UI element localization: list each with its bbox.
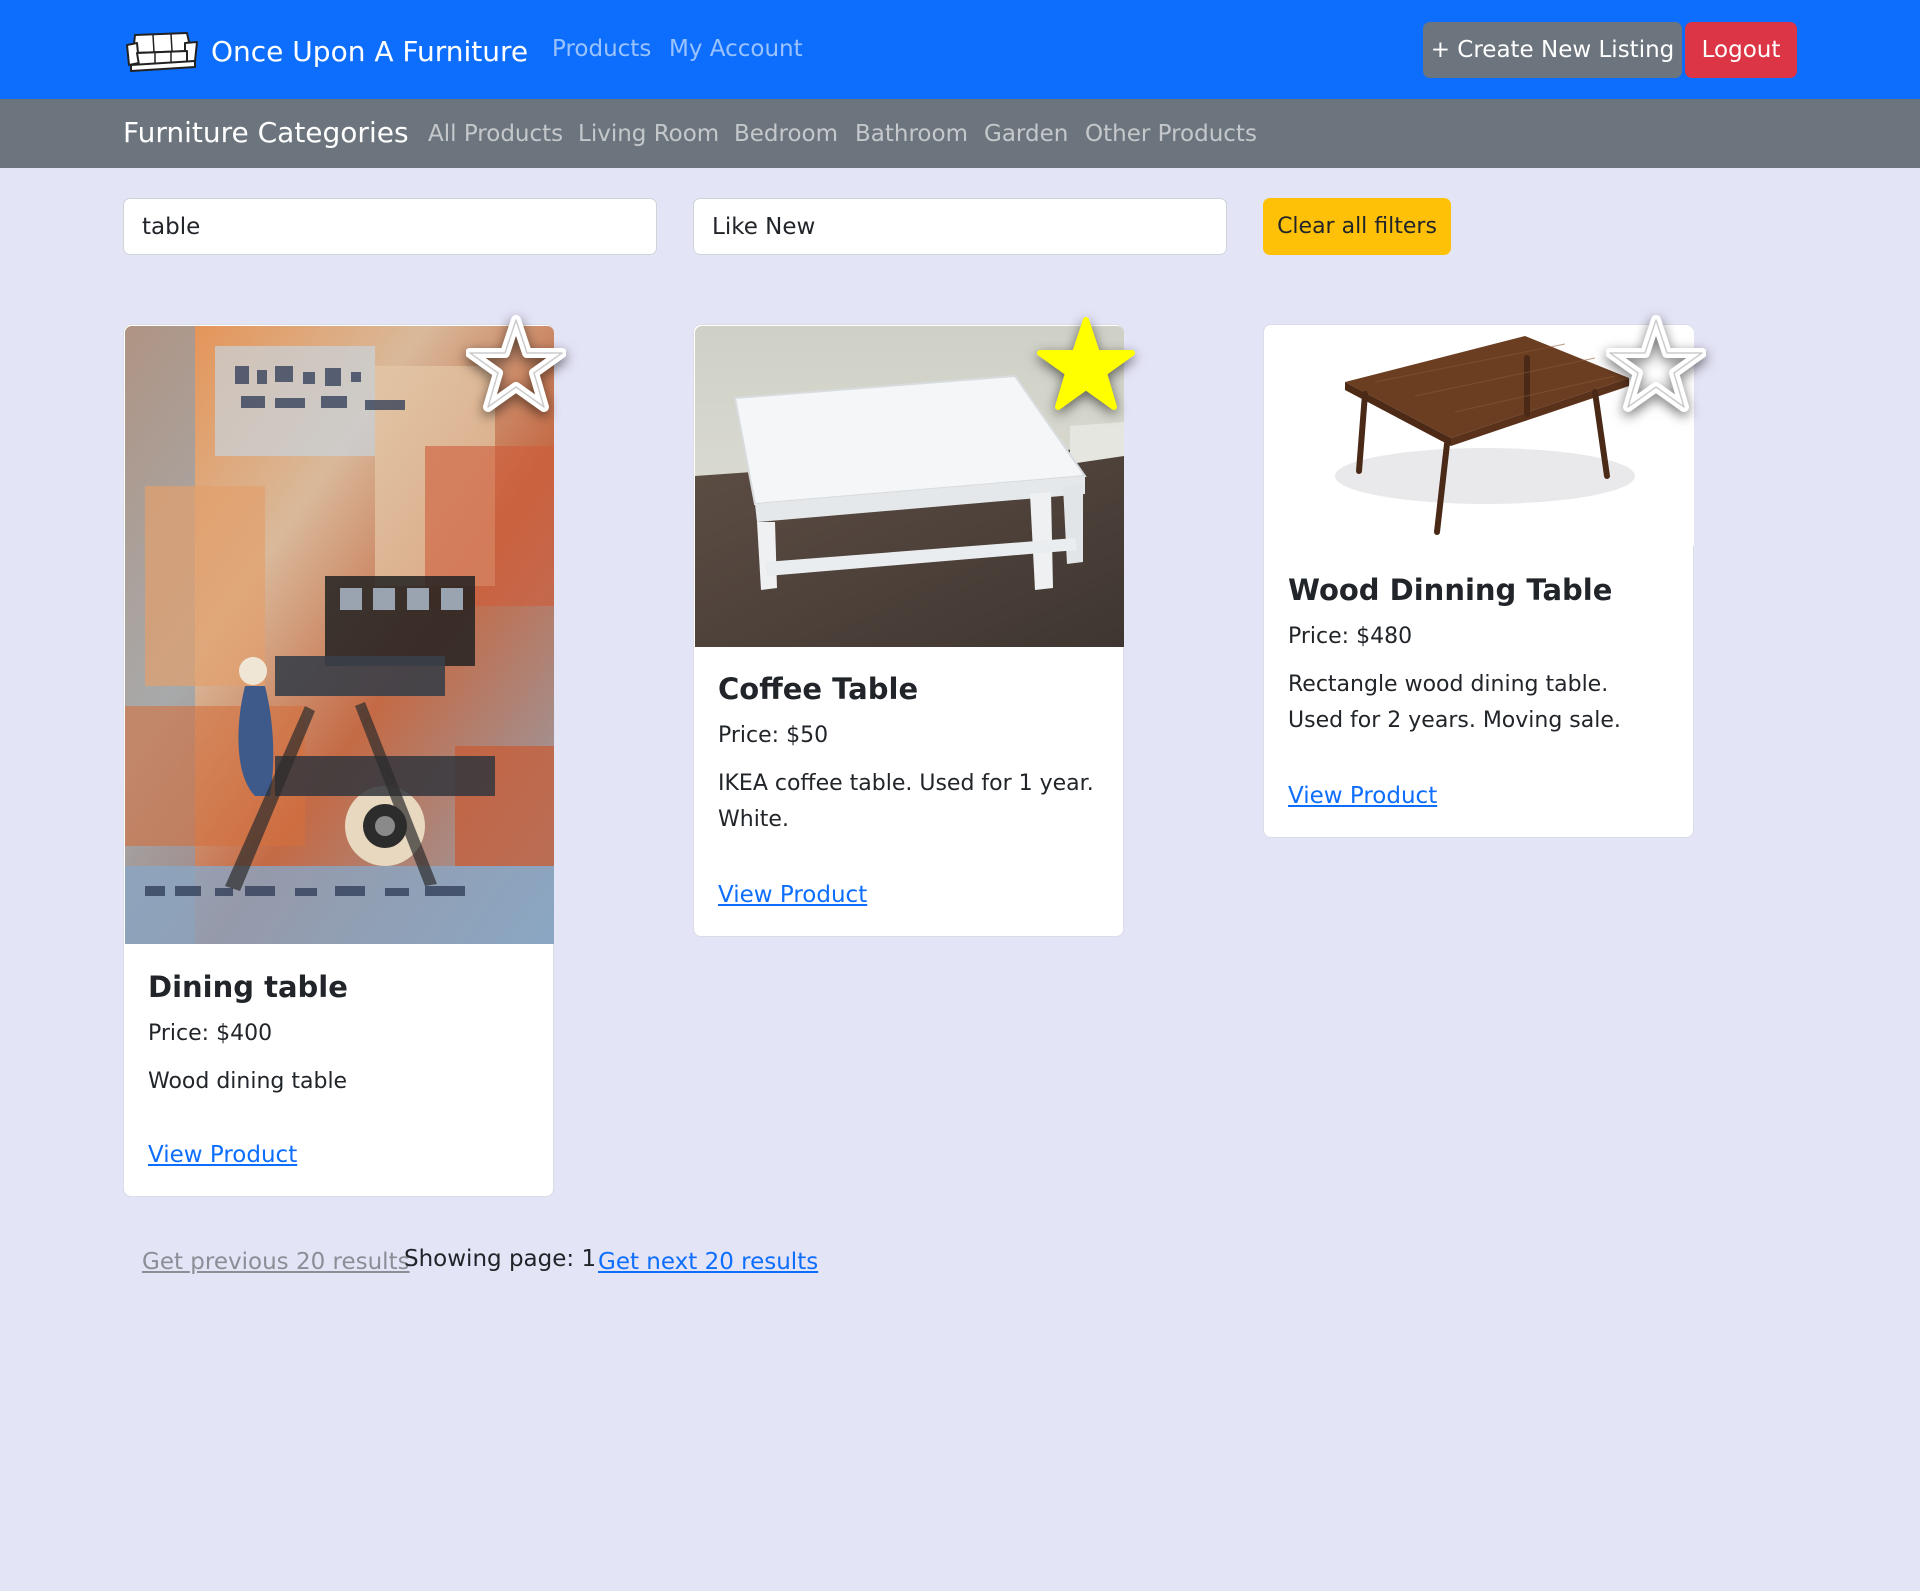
next-results-link[interactable]: Get next 20 results bbox=[598, 1249, 818, 1275]
brand-name: Once Upon A Furniture bbox=[211, 34, 529, 68]
product-title: Coffee Table bbox=[718, 672, 919, 706]
favorite-star-icon[interactable] bbox=[1036, 315, 1136, 415]
category-all-products[interactable]: All Products bbox=[428, 121, 563, 147]
product-image[interactable] bbox=[125, 326, 554, 944]
product-card: Coffee Table Price: $50 IKEA coffee tabl… bbox=[693, 317, 1135, 937]
nav-products[interactable]: Products bbox=[552, 36, 651, 62]
category-living-room[interactable]: Living Room bbox=[578, 121, 719, 147]
view-product-link[interactable]: View Product bbox=[1288, 783, 1437, 809]
view-product-link[interactable]: View Product bbox=[148, 1142, 297, 1168]
clear-filters-button[interactable]: Clear all filters bbox=[1263, 198, 1451, 255]
favorite-star-icon[interactable] bbox=[466, 315, 566, 415]
category-bedroom[interactable]: Bedroom bbox=[734, 121, 838, 147]
product-price: Price: $480 bbox=[1288, 624, 1413, 649]
category-other-products[interactable]: Other Products bbox=[1085, 121, 1257, 147]
product-card: Dining table Price: $400 Wood dining tab… bbox=[123, 315, 566, 1197]
product-title: Dining table bbox=[148, 970, 348, 1004]
product-description: Wood dining table bbox=[148, 1069, 348, 1094]
sofa-logo-icon bbox=[123, 29, 199, 73]
product-title: Wood Dinning Table bbox=[1288, 573, 1613, 607]
product-description: Rectangle wood dining table. Used for 2 … bbox=[1288, 672, 1621, 733]
product-price: Price: $50 bbox=[718, 723, 829, 748]
logout-button[interactable]: Logout bbox=[1685, 22, 1797, 78]
search-input[interactable] bbox=[123, 198, 657, 255]
product-card: Wood Dinning Table Price: $480 Rectangle… bbox=[1263, 315, 1706, 838]
top-navbar: Once Upon A Furniture Products My Accoun… bbox=[0, 0, 1920, 99]
favorite-star-icon[interactable] bbox=[1606, 315, 1706, 415]
category-bathroom[interactable]: Bathroom bbox=[855, 121, 968, 147]
product-price: Price: $400 bbox=[148, 1021, 273, 1046]
category-garden[interactable]: Garden bbox=[984, 121, 1068, 147]
previous-results-link[interactable]: Get previous 20 results bbox=[142, 1249, 410, 1275]
brand-link[interactable]: Once Upon A Furniture bbox=[123, 26, 528, 76]
category-navbar: Furniture Categories All Products Living… bbox=[0, 99, 1920, 168]
condition-filter-input[interactable] bbox=[693, 198, 1227, 255]
nav-my-account[interactable]: My Account bbox=[669, 36, 803, 62]
product-description: IKEA coffee table. Used for 1 year. Whit… bbox=[718, 771, 1094, 832]
page-indicator: Showing page: 1 bbox=[404, 1246, 597, 1272]
create-listing-button[interactable]: + Create New Listing bbox=[1423, 22, 1682, 78]
view-product-link[interactable]: View Product bbox=[718, 882, 867, 908]
categories-title: Furniture Categories bbox=[123, 116, 409, 149]
